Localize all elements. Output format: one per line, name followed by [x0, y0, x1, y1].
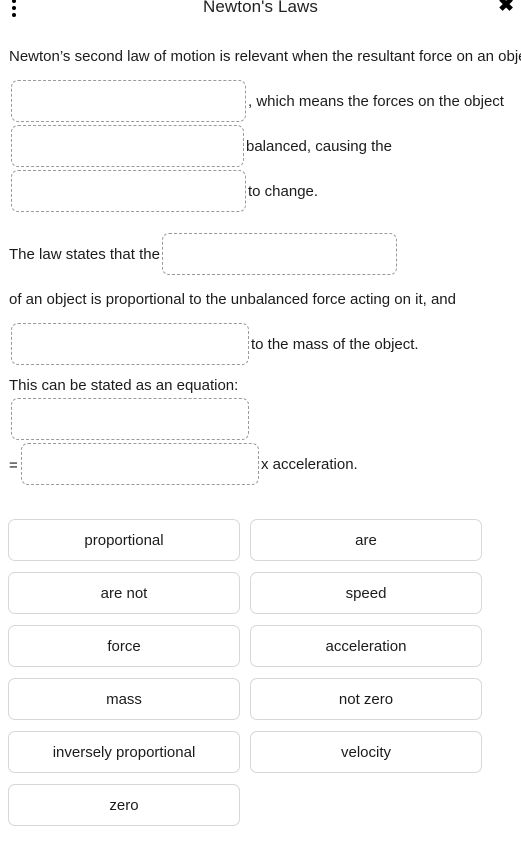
word-chip-force[interactable]: force [8, 625, 240, 667]
word-chip-are-not[interactable]: are not [8, 572, 240, 614]
equation-line-two: = x acceleration. [9, 442, 512, 488]
word-chip-are[interactable]: are [250, 519, 482, 561]
paragraph-one: Newton’s second law of motion is relevan… [9, 34, 521, 214]
exercise-content: Newton’s second law of motion is relevan… [0, 34, 521, 488]
paragraph-one-text-d: to change. [248, 183, 319, 200]
blank-6-dropzone[interactable] [11, 398, 249, 441]
page-title: Newton's Laws [202, 0, 319, 16]
word-chip-speed[interactable]: speed [250, 572, 482, 614]
equation-prompt: This can be stated as an equation: [9, 377, 239, 394]
blank-7-dropzone[interactable] [21, 443, 259, 486]
word-chip-inversely-proportional[interactable]: inversely proportional [8, 731, 240, 773]
paragraph-two-text-b: of an object is proportional to the unba… [9, 291, 456, 308]
blank-4-dropzone[interactable] [161, 233, 397, 276]
blank-1-dropzone[interactable] [11, 80, 246, 123]
word-chip-proportional[interactable]: proportional [8, 519, 240, 561]
equation-text-times-acceleration: x acceleration. [261, 456, 358, 473]
paragraph-one-text-b: , which means the forces on the object [248, 93, 504, 110]
blank-3-dropzone[interactable] [11, 170, 246, 213]
paragraph-two-text-a: The law states that the [9, 246, 160, 263]
blank-2-dropzone[interactable] [11, 125, 244, 168]
word-chip-not-zero[interactable]: not zero [250, 678, 482, 720]
paragraph-one-text-c: balanced, causing the [246, 138, 392, 155]
equals-sign: = [9, 456, 18, 474]
paragraph-two-text-c: to the mass of the object. [251, 336, 419, 353]
paragraph-two: The law states that the of an object is p… [9, 232, 512, 367]
equation-line-one [9, 397, 512, 442]
word-bank: proportional are are not speed force acc… [0, 519, 521, 837]
word-chip-acceleration[interactable]: acceleration [250, 625, 482, 667]
word-chip-velocity[interactable]: velocity [250, 731, 482, 773]
word-chip-zero[interactable]: zero [8, 784, 240, 826]
dialog-header: Newton's Laws ✖ [0, 0, 521, 20]
blank-5-dropzone[interactable] [11, 323, 249, 366]
word-chip-mass[interactable]: mass [8, 678, 240, 720]
close-icon[interactable]: ✖ [498, 0, 514, 17]
paragraph-one-text-a: Newton’s second law of motion is relevan… [9, 48, 521, 65]
